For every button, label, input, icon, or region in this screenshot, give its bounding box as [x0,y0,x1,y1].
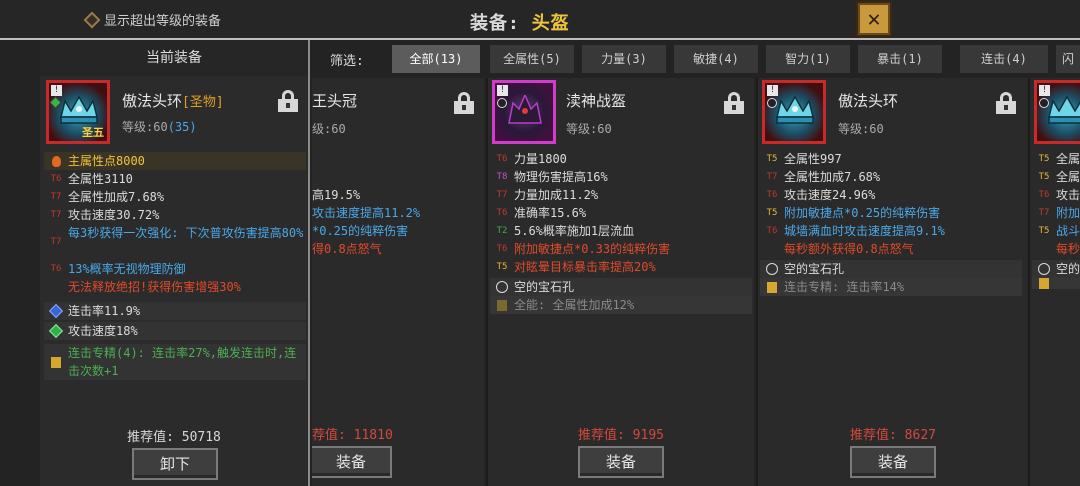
blue-gem-icon [44,302,68,320]
item-name: 渎神战盔 [566,92,627,110]
fire-icon [44,152,68,170]
icon-rank-tag: 圣五 [82,126,104,139]
item-level: 级:60 [312,122,346,136]
green-gem-icon [44,322,68,340]
level-label: 等级:60 [122,120,168,134]
show-over-level-toggle[interactable]: 显示超出等级的装备 [83,10,222,29]
gem-socket-row[interactable]: 空的宝石孔 [490,278,752,296]
filter-tab-intellect[interactable]: 智力(1) [766,45,850,73]
dark-helmet-icon [508,95,542,124]
title-label: 装备: [470,13,520,34]
helmet-item-icon[interactable]: ! 圣五 [46,80,110,144]
recommend-value: 推荐值: 9195 [578,428,664,443]
stat-row: T6 13%概率无视物理防御 [50,262,186,276]
item-stats: T5 全属性997 T7 全属性加成7.68% T6 攻击速度24.96% T5 附加敏… [760,150,1022,296]
crown-icon [60,95,98,124]
lock-icon[interactable] [278,90,298,112]
main-attribute-text: 主属性点8000 [68,154,145,168]
filter-tab-agility[interactable]: 敏捷(4) [674,45,758,73]
item-card[interactable]: ! T5 全属 T5 全属 T6 攻击 T7 附加 T5 战斗 每秒 空的 [1030,78,1080,486]
book-icon [44,344,68,380]
equip-button[interactable]: 装备 [850,446,936,478]
empty-socket-icon [760,260,784,278]
filter-tab-all-attr[interactable]: 全属性(5) [490,45,574,73]
current-equipment-header: 当前装备 [40,40,308,76]
current-item-header: ! 圣五 傲法头环[圣物] 等级:60(35) [40,76,308,148]
main-attribute-row: 主属性点8000 [44,152,306,170]
gem-row[interactable]: 攻击速度18% [44,322,306,340]
current-item-title: 傲法头环 [122,92,183,110]
mastery-text: 连击专精(4): 连击率27%,触发连击时,连击次数+1 [68,346,297,378]
lock-icon[interactable] [454,92,474,114]
recommend-value: 推荐值: 8627 [850,428,936,443]
passive-row: 全能: 全属性加成12% [490,296,752,314]
equip-button[interactable]: 装备 [312,446,392,478]
mastery-row: 连击专精(4): 连击率27%,触发连击时,连击次数+1 [44,344,306,380]
helmet-item-icon[interactable]: ! [1034,80,1080,144]
lock-icon[interactable] [724,92,744,114]
show-over-level-label: 显示超出等级的装备 [104,14,222,29]
gem-text: 连击率11.9% [68,304,141,318]
filter-bar: 筛选: 全部(13) 全属性(5) 力量(3) 敏捷(4) 智力(1) 暴击(1… [312,40,1080,78]
recommend-value: 荐值: 11810 [312,428,393,443]
filter-tab-combo[interactable]: 连击(4) [960,45,1048,73]
close-icon: ✕ [867,6,881,32]
quality-tag: [圣物] [182,95,224,110]
empty-socket-icon [490,278,514,296]
equip-button[interactable]: 装备 [578,446,664,478]
close-button[interactable]: ✕ [856,1,892,37]
helmet-item-icon[interactable]: ! [762,80,826,144]
book-icon [490,296,514,314]
stat-row: T7 攻击速度30.72% [50,208,160,222]
item-level: 等级:60 [566,122,612,136]
item-name: 傲法头环 [838,92,899,110]
item-card[interactable]: ! 渎神战盔 等级:60 T6 力量1800 T8 物理伤害提高16% T7 力量加成… [488,78,754,486]
current-item-level: 等级:60(35) [122,118,197,135]
stat-row: T7 全属性加成7.68% [50,190,165,204]
helmet-item-icon[interactable]: ! [492,80,556,144]
current-equipment-panel: 当前装备 ! 圣五 傲法头环[圣物] 等级:60(35) 主属性点8000 T6… [40,40,310,486]
legendary-effect-row: 无法释放绝招!获得伤害增强30% [68,280,241,294]
current-stats-list: 主属性点8000 T6 全属性3110 T7 全属性加成7.68% T7 攻击速度30… [44,152,306,380]
item-stats: 高19.5% 攻击速度提高11.2% *0.25的纯粹伤害 得0.8点怒气 [312,188,421,256]
title-value: 头盔 [531,13,570,34]
item-card[interactable]: ! 傲法头环 等级:60 T5 全属性997 T7 全属性加成7.68% T6 攻击速… [758,78,1028,486]
item-stats: T5 全属 T5 全属 T6 攻击 T7 附加 T5 战斗 每秒 空的 [1032,150,1080,289]
lock-icon[interactable] [996,92,1016,114]
level-bonus: (35) [167,120,197,134]
filter-tab-strength[interactable]: 力量(3) [582,45,666,73]
filter-tab-all[interactable]: 全部(13) [392,45,480,73]
filter-label: 筛选: [330,54,364,69]
book-icon [1032,278,1056,289]
current-item-name: 傲法头环[圣物] [122,90,224,111]
checkbox-diamond-icon[interactable] [83,11,101,28]
gem-row[interactable]: 连击率11.9% [44,302,306,320]
empty-socket-icon [1032,260,1056,278]
filter-tab-crit[interactable]: 暴击(1) [858,45,942,73]
item-level: 等级:60 [838,122,884,136]
recommend-value: 推荐值: 50718 [127,430,221,445]
stat-row: T7 每3秒获得一次强化: 下次普攻伤害提高80% [50,226,304,247]
page-title: 装备: 头盔 [470,9,570,35]
item-name: 王头冠 [312,92,358,110]
item-card[interactable]: 王头冠 级:60 高19.5% 攻击速度提高11.2% *0.25的纯粹伤害 得… [312,78,484,486]
top-bar: 显示超出等级的装备 装备: 头盔 ✕ [0,0,1080,40]
stat-row: T6 全属性3110 [50,172,133,186]
passive-row: 连击专精: 连击率14% [760,278,1022,296]
book-icon [760,278,784,296]
gem-text: 攻击速度18% [68,324,138,338]
gem-socket-row[interactable]: 空的宝石孔 [760,260,1022,278]
crown-icon [776,95,814,124]
item-stats: T6 力量1800 T8 物理伤害提高16% T7 力量加成11.2% T6 准确率15… [490,150,752,314]
filter-tab-more[interactable]: 闪 [1056,45,1080,73]
crown-icon [1048,95,1080,124]
unequip-button[interactable]: 卸下 [132,448,218,480]
